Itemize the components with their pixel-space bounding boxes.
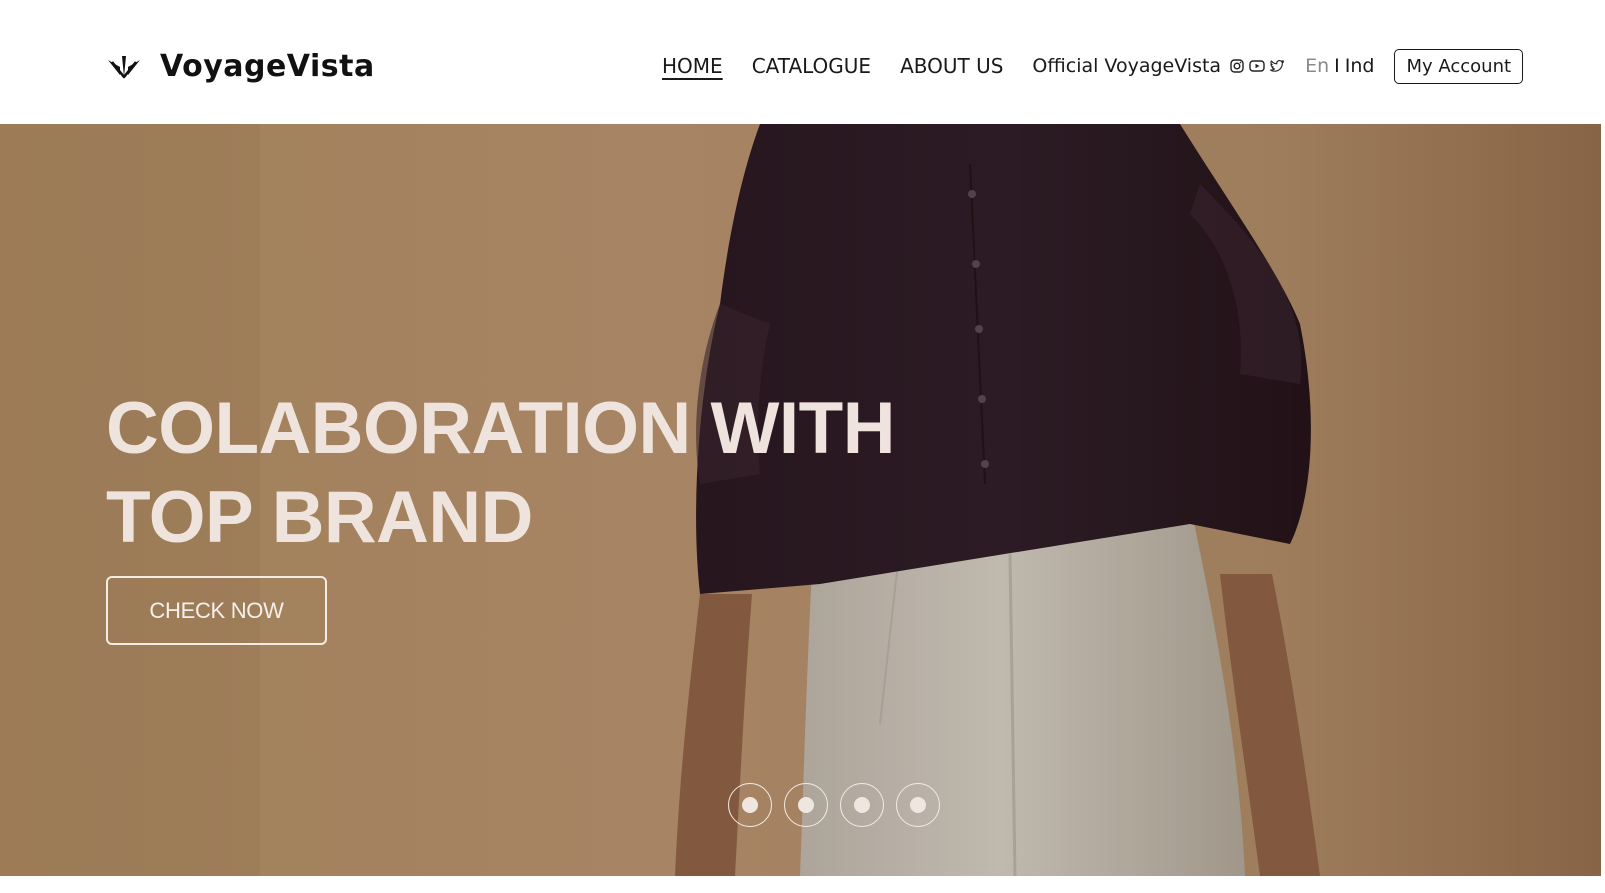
slide-dot-1[interactable] — [728, 783, 772, 827]
language-switcher: En I Ind — [1305, 55, 1374, 77]
brand-logo[interactable]: VoyageVista — [106, 46, 375, 86]
hero-title-line-1: COLABORATION WITH — [106, 388, 895, 469]
slide-dot-indicator — [742, 797, 758, 813]
my-account-button[interactable]: My Account — [1394, 48, 1524, 84]
slide-dot-4[interactable] — [896, 783, 940, 827]
youtube-icon[interactable] — [1249, 58, 1265, 74]
lang-separator: I — [1334, 55, 1340, 77]
hero-title-line-2: TOP BRAND — [106, 477, 533, 558]
slide-dot-indicator — [798, 797, 814, 813]
brand-name: VoyageVista — [160, 48, 375, 84]
check-now-button[interactable]: CHECK NOW — [106, 576, 327, 645]
slide-dot-3[interactable] — [840, 783, 884, 827]
lang-en[interactable]: En — [1305, 55, 1329, 77]
slide-dot-2[interactable] — [784, 783, 828, 827]
slide-dot-indicator — [854, 797, 870, 813]
official-label: Official VoyageVista — [1032, 55, 1222, 77]
slide-dot-indicator — [910, 797, 926, 813]
slider-pagination — [728, 783, 940, 827]
twitter-icon[interactable] — [1269, 58, 1285, 74]
nav-catalogue[interactable]: CATALOGUE — [752, 54, 871, 78]
site-header: VoyageVista HOME CATALOGUE ABOUT US Offi… — [0, 0, 1605, 124]
nav-about-us[interactable]: ABOUT US — [900, 54, 1003, 78]
chevron-leaf-icon — [108, 56, 140, 79]
hero-banner: COLABORATION WITH TOP BRAND CHECK NOW — [0, 124, 1601, 876]
hero-title: COLABORATION WITH TOP BRAND — [106, 384, 1006, 562]
lang-ind[interactable]: Ind — [1345, 55, 1375, 77]
main-nav: HOME CATALOGUE ABOUT US Official VoyageV… — [662, 46, 1524, 86]
instagram-icon[interactable] — [1229, 58, 1245, 74]
nav-home[interactable]: HOME — [662, 54, 723, 78]
social-links — [1229, 58, 1285, 74]
